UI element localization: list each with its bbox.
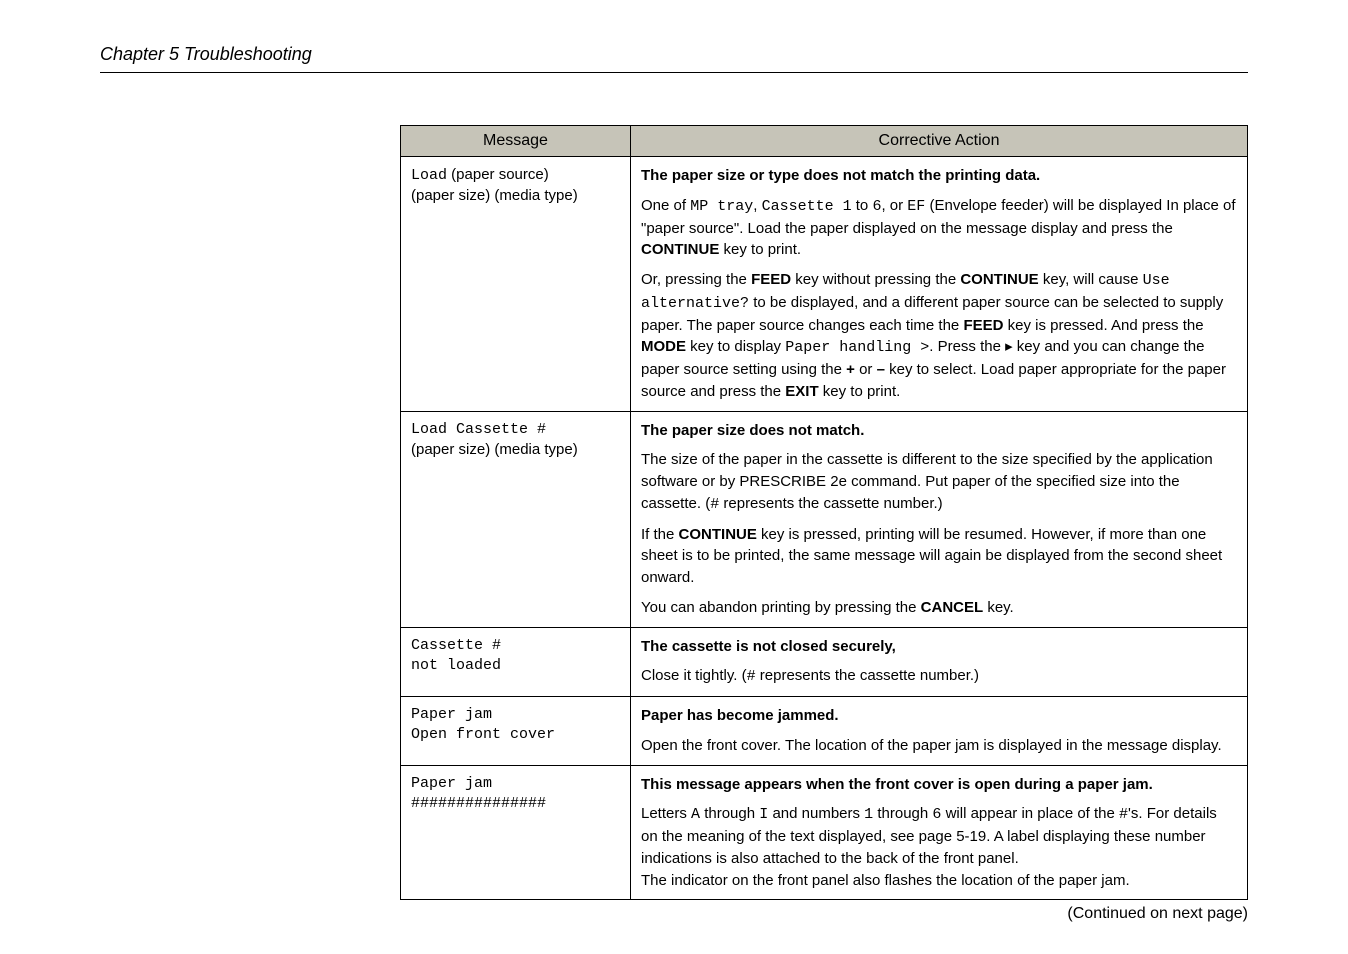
msg-cell: Load Cassette # (paper size) (media type… — [401, 411, 631, 627]
action-cell: The paper size does not match. The size … — [631, 411, 1248, 627]
t: key without pressing the — [791, 271, 960, 288]
action-title: The paper size does not match. — [641, 422, 864, 439]
t: key to display — [686, 338, 785, 355]
table-header-row: Message Corrective Action — [401, 126, 1248, 157]
b: CONTINUE — [641, 241, 719, 258]
t: Close it tightly. ( — [641, 667, 747, 684]
b: FEED — [963, 317, 1003, 334]
t: key, will cause — [1039, 271, 1143, 288]
code: # — [747, 668, 756, 685]
msg-plain: (paper source) — [447, 166, 549, 183]
t: to — [852, 197, 873, 214]
t: represents the cassette number.) — [719, 495, 942, 512]
t: Open the front cover. The location of th… — [641, 735, 1237, 757]
t: or — [855, 361, 877, 378]
t: key to print. — [719, 241, 801, 258]
rule — [100, 72, 1248, 73]
code: # — [1119, 806, 1128, 823]
table-row: Load Cassette # (paper size) (media type… — [401, 411, 1248, 627]
t: will appear in place of the — [941, 805, 1119, 822]
t: and numbers — [768, 805, 864, 822]
action-title: Paper has become jammed. — [641, 707, 839, 724]
t: The indicator on the front panel also fl… — [641, 872, 1130, 889]
action-cell: The paper size or type does not match th… — [631, 157, 1248, 412]
t: represents the cassette number.) — [756, 667, 979, 684]
code: 1 — [864, 806, 873, 823]
t: , — [753, 197, 761, 214]
code: # — [710, 496, 719, 513]
t: You can abandon printing by pressing the — [641, 599, 921, 616]
msg-code: Load — [411, 167, 447, 184]
action-title: The cassette is not closed securely, — [641, 638, 896, 655]
action-cell: Paper has become jammed. Open the front … — [631, 697, 1248, 766]
b: EXIT — [785, 383, 818, 400]
t: Letters — [641, 805, 691, 822]
code: A — [691, 806, 700, 823]
msg-cell: Paper jam Open front cover — [401, 697, 631, 766]
msg-code: Load Cassette # — [411, 421, 546, 438]
msg-cell: Paper jam ############### — [401, 765, 631, 900]
continued-note: (Continued on next page) — [400, 905, 1248, 923]
table-row: Paper jam Open front cover Paper has bec… — [401, 697, 1248, 766]
msg-code: not loaded — [411, 657, 501, 674]
chapter-heading: Chapter 5 Troubleshooting — [100, 44, 312, 65]
msg-code: Cassette # — [411, 637, 501, 654]
msg-code: Paper jam — [411, 706, 492, 723]
msg-cell: Load (paper source) (paper size) (media … — [401, 157, 631, 412]
action-title: This message appears when the front cove… — [641, 776, 1153, 793]
msg-plain: (paper size) (media type) — [411, 187, 578, 204]
t: If the — [641, 526, 679, 543]
b: MODE — [641, 338, 686, 355]
t: through — [700, 805, 759, 822]
b: FEED — [751, 271, 791, 288]
b: CANCEL — [921, 599, 984, 616]
msg-code: ############### — [411, 795, 546, 812]
code: Paper handling > — [785, 339, 929, 356]
table-row: Load (paper source) (paper size) (media … — [401, 157, 1248, 412]
col-message: Message — [401, 126, 631, 157]
b: CONTINUE — [679, 526, 757, 543]
b: – — [877, 361, 885, 378]
code: Cassette 1 — [762, 198, 852, 215]
t: key is pressed. And press the — [1003, 317, 1203, 334]
action-cell: This message appears when the front cove… — [631, 765, 1248, 900]
t: Or, pressing the — [641, 271, 751, 288]
t: key to print. — [819, 383, 901, 400]
troubleshooting-table: Message Corrective Action Load (paper so… — [400, 125, 1248, 900]
code: MP tray — [690, 198, 753, 215]
t: One of — [641, 197, 690, 214]
b: CONTINUE — [960, 271, 1038, 288]
table-row: Paper jam ############### This message a… — [401, 765, 1248, 900]
action-title: The paper size or type does not match th… — [641, 167, 1040, 184]
t: through — [873, 805, 932, 822]
code: I — [759, 806, 768, 823]
t: , or — [881, 197, 907, 214]
t: key. — [983, 599, 1014, 616]
msg-cell: Cassette # not loaded — [401, 627, 631, 697]
col-action: Corrective Action — [631, 126, 1248, 157]
msg-plain: (paper size) (media type) — [411, 441, 578, 458]
code: EF — [907, 198, 925, 215]
action-cell: The cassette is not closed securely, Clo… — [631, 627, 1248, 697]
msg-code: Open front cover — [411, 726, 555, 743]
table-row: Cassette # not loaded The cassette is no… — [401, 627, 1248, 697]
b: + — [846, 361, 855, 378]
msg-code: Paper jam — [411, 775, 492, 792]
